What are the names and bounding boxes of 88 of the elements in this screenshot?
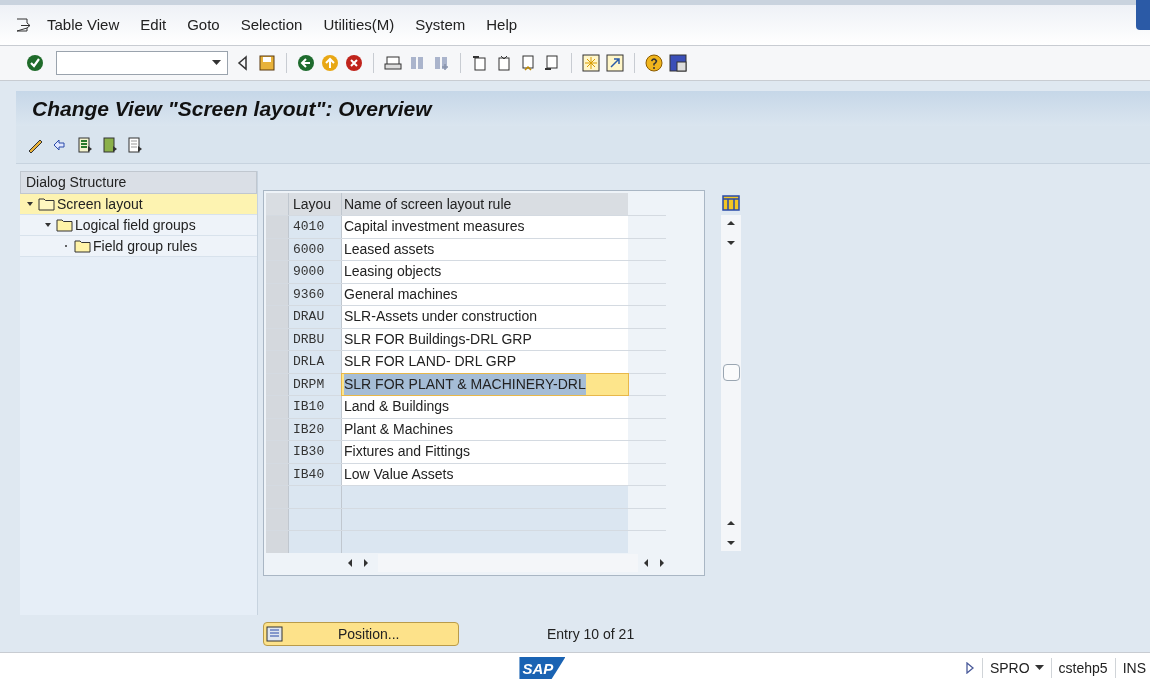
table-cell[interactable]: SLR FOR Buildings-DRL GRP	[342, 328, 628, 350]
position-icon	[266, 626, 284, 642]
save-icon[interactable]	[258, 54, 276, 72]
menu-item[interactable]: System	[415, 13, 466, 37]
cell-text: Leased assets	[344, 239, 435, 259]
table-cell: DRBU	[289, 328, 342, 350]
command-field[interactable]	[56, 51, 228, 75]
table-cell[interactable]: Low Value Assets	[342, 463, 628, 485]
table-cell: IB30	[289, 441, 342, 463]
table-cell: 4010	[289, 216, 342, 238]
cell-text: SLR FOR LAND- DRL GRP	[344, 352, 517, 372]
scroll-left-icon[interactable]	[642, 557, 650, 568]
table-cell[interactable]: Capital investment measures	[342, 216, 628, 238]
scroll-down-icon[interactable]	[726, 239, 736, 247]
table-cell: 9000	[289, 261, 342, 283]
panel-header: Dialog Structure	[20, 171, 257, 194]
expand-caret-icon[interactable]	[44, 221, 52, 229]
table-cell: DRPM	[289, 373, 342, 395]
position-button[interactable]: Position...	[263, 622, 459, 646]
scroll-up-icon[interactable]	[726, 219, 736, 227]
cell-text: Plant & Machines	[344, 419, 453, 439]
select-block-icon[interactable]	[101, 135, 119, 154]
check-icon[interactable]	[26, 54, 44, 72]
cell-text: Low Value Assets	[344, 464, 454, 484]
scroll-up-icon[interactable]	[726, 519, 736, 527]
table-cell: DRAU	[289, 306, 342, 328]
dropdown-caret-icon[interactable]	[1034, 665, 1044, 671]
table-cell: 9360	[289, 283, 342, 305]
screen-title: Change View "Screen layout": Overview	[32, 95, 432, 122]
scroll-right-icon[interactable]	[658, 557, 666, 568]
help-icon[interactable]	[645, 54, 663, 72]
table-cell[interactable]: Leasing objects	[342, 261, 628, 283]
select-all-icon[interactable]	[76, 135, 94, 154]
cell-text: Leasing objects	[344, 262, 442, 282]
table-cell[interactable]: Fixtures and Fittings	[342, 441, 628, 463]
menu-item[interactable]: Goto	[187, 13, 220, 37]
table-cell: IB10	[289, 396, 342, 418]
cell-text: SLR-Assets under construction	[344, 307, 537, 327]
folder-icon	[38, 197, 55, 211]
cell-text: SLR FOR Buildings-DRL GRP	[344, 329, 532, 349]
shortcut-icon[interactable]	[606, 54, 624, 72]
cell-text: Fixtures and Fittings	[344, 442, 471, 462]
table-cell[interactable]: SLR-Assets under construction	[342, 306, 628, 328]
menu-item[interactable]: Selection	[240, 13, 303, 37]
column-header[interactable]: Layou	[289, 193, 342, 215]
table-cell: IB40	[289, 463, 342, 485]
cell-text: Land & Buildings	[344, 397, 450, 417]
expand-caret-icon[interactable]	[26, 200, 34, 208]
scroll-left-icon[interactable]	[346, 557, 354, 568]
folder-icon	[74, 239, 91, 253]
menu-item[interactable]: Table View	[47, 13, 120, 37]
cell-text: General machines	[344, 284, 458, 304]
table-cell[interactable]: Land & Buildings	[342, 396, 628, 418]
folder-icon	[56, 218, 73, 232]
dropdown-caret-icon[interactable]	[212, 60, 221, 66]
table-cell[interactable]: SLR FOR LAND- DRL GRP	[342, 351, 628, 373]
table-cell[interactable]: Plant & Machines	[342, 418, 628, 440]
table-cell[interactable]: General machines	[342, 283, 628, 305]
scroll-down-icon[interactable]	[726, 539, 736, 547]
table-cell: DRLA	[289, 351, 342, 373]
transaction-code[interactable]: SPRO	[989, 657, 1030, 679]
column-header[interactable]: Name of screen layout rule	[342, 193, 628, 215]
column-settings-icon[interactable]	[722, 195, 740, 211]
scrollbar-thumb[interactable]	[722, 364, 740, 381]
leaf-dot-icon	[62, 242, 70, 250]
table-cell[interactable]: Leased assets	[342, 238, 628, 260]
cell-text: Capital investment measures	[344, 217, 525, 237]
layout-icon[interactable]	[669, 54, 687, 72]
scroll-right-icon[interactable]	[362, 557, 370, 568]
print-icon[interactable]	[384, 54, 402, 72]
menu-item[interactable]: Utilities(M)	[323, 13, 395, 37]
select-all-cell[interactable]	[266, 193, 289, 215]
table-cell[interactable]: SLR FOR PLANT & MACHINERY-DRL	[342, 373, 628, 395]
sap-logo: SAP	[519, 657, 566, 679]
table-cell: 6000	[289, 238, 342, 260]
insert-mode: INS	[1122, 658, 1146, 678]
server-name: cstehp5	[1058, 658, 1108, 678]
menu-item[interactable]: Edit	[140, 13, 167, 37]
table-cell: IB20	[289, 418, 342, 440]
menu-item[interactable]: Help	[486, 13, 518, 37]
deselect-all-icon[interactable]	[126, 135, 144, 154]
new-window-icon[interactable]	[582, 54, 600, 72]
horizontal-scrollbar[interactable]	[378, 553, 638, 572]
vertical-scrollbar[interactable]	[721, 215, 741, 551]
cancel-icon[interactable]	[345, 54, 363, 72]
expand-status-icon[interactable]	[964, 662, 975, 674]
cell-text: SLR FOR PLANT & MACHINERY-DRL	[344, 373, 586, 395]
entry-counter: Entry 10 of 21	[547, 624, 635, 644]
